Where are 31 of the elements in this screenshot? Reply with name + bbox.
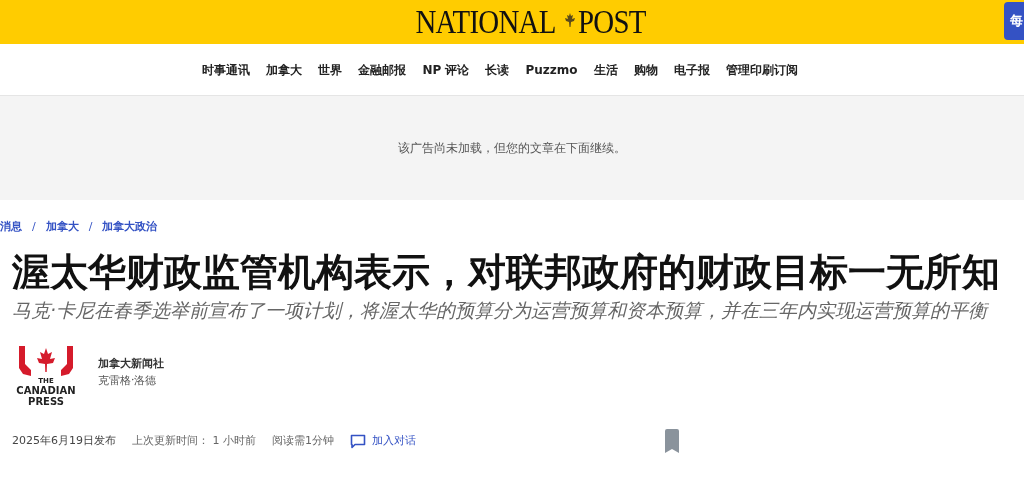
subscribe-button[interactable]: 每 (1004, 2, 1024, 40)
author-name[interactable]: 克雷格·洛德 (98, 372, 164, 389)
breadcrumb-link[interactable]: 消息 (0, 218, 22, 236)
ad-notice: 该广告尚未加载，但您的文章在下面继续。 (398, 140, 626, 157)
nav-link[interactable]: 购物 (633, 60, 658, 79)
nav-link[interactable]: 时事通讯 (202, 60, 251, 79)
nav-link[interactable]: 加拿大 (266, 60, 303, 79)
updated-time: 上次更新时间： 1 小时前 (132, 432, 256, 449)
breadcrumb-separator: / (88, 218, 93, 235)
nav-link[interactable]: 管理印刷订阅 (725, 60, 798, 79)
speech-bubble-icon (350, 433, 366, 449)
breadcrumb-separator: / (32, 218, 36, 235)
logo-text[interactable]: POST (577, 5, 646, 39)
nav-link[interactable]: 世界 (318, 60, 343, 79)
nav-link[interactable]: 电子报 (673, 60, 710, 79)
agency-name[interactable]: 加拿大新闻社 (98, 356, 164, 373)
logo-text[interactable]: NATIONAL (414, 5, 556, 39)
comments-link[interactable]: 加入对话 (350, 432, 416, 450)
subheadline: 马克·卡尼在春季选举前宣布了一项计划，将渥太华的预算分为运营预算和资本预算，并在三年内实现运营预算的平衡 (12, 298, 990, 322)
nav-link[interactable]: 金融邮报 (358, 60, 407, 79)
nav-link[interactable]: 生活 (593, 60, 618, 79)
maple-leaf-icon (563, 13, 576, 27)
breadcrumb-link[interactable]: 加拿大 (45, 218, 79, 236)
nav-link[interactable]: Puzzmo (525, 60, 578, 79)
publish-date: 2025年6月19日发布 (12, 432, 116, 449)
breadcrumb-link[interactable]: 加拿大政治 (102, 218, 158, 236)
nav-link[interactable]: NP 评论 (422, 60, 470, 79)
headline: 渥太华财政监管机构表示，对联邦政府的财政目标一无所知 (12, 250, 1001, 294)
read-time: 阅读需1分钟 (272, 432, 334, 449)
nav-link[interactable]: 长读 (485, 60, 510, 79)
bookmark-icon[interactable] (664, 429, 680, 453)
